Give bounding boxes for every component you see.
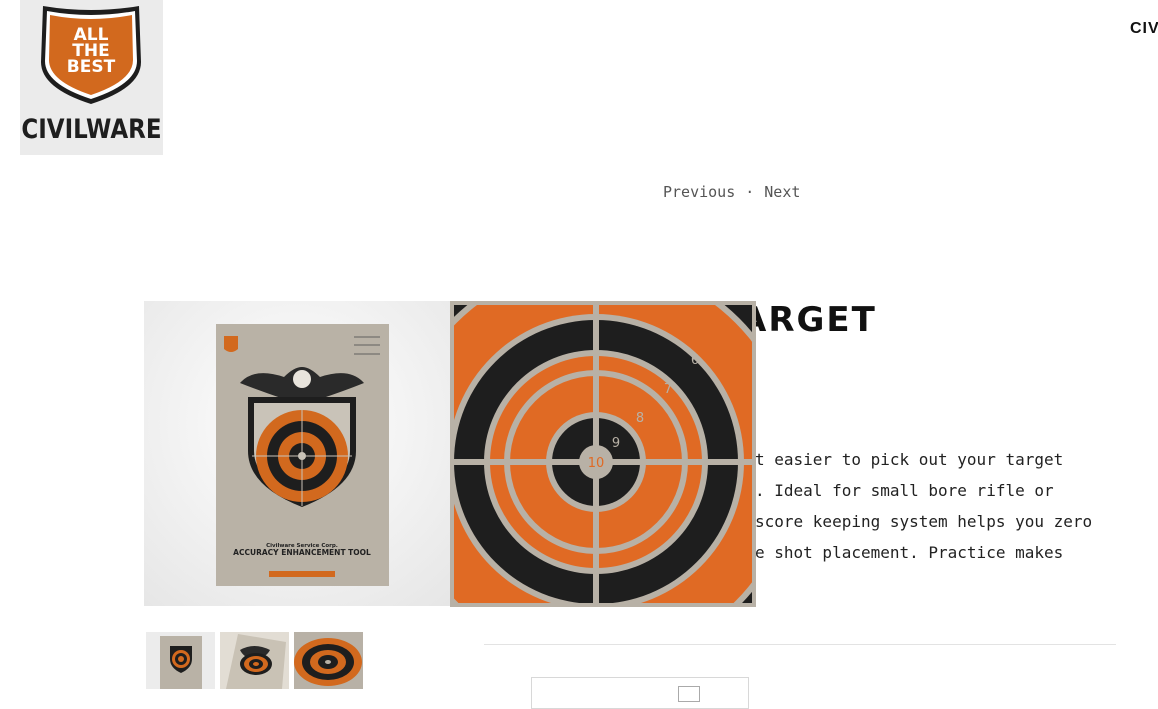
thumbnail-front[interactable] [146,632,215,689]
product-pager: Previous · Next [663,183,800,201]
description-line: . Ideal for small bore rifle or [755,481,1054,500]
ring-label: 6 [691,353,699,368]
ring-label: 9 [612,436,620,451]
divider [484,644,1116,645]
logo[interactable]: ALL THE BEST CIVILWARE [20,0,163,155]
logo-wordmark: CIVILWARE [21,115,162,145]
next-link[interactable]: Next [764,183,800,201]
previous-link[interactable]: Previous [663,183,735,201]
description-line: e shot placement. Practice makes [755,543,1064,562]
description-line: score keeping system helps you zero [755,512,1093,531]
ring-label: 10 [588,456,605,471]
badge-line: BEST [67,57,116,77]
zoom-image[interactable]: 6 7 8 9 10 [450,301,756,607]
product-title: ARGET [740,300,877,340]
ring-label: 8 [636,411,644,426]
quantity-stepper[interactable] [678,686,700,702]
thumbnail-image [220,632,289,689]
target-poster-image: Civilware Service Corp. ACCURACY ENHANCE… [216,324,389,586]
thumbnail-image [294,632,363,689]
pager-separator: · [745,183,755,201]
thumbnail-image [146,632,215,689]
product-description: t easier to pick out your target . Ideal… [755,444,1155,568]
thumbnail-closeup[interactable] [294,632,363,689]
ring-label: 7 [664,382,672,397]
product-main-image[interactable]: Civilware Service Corp. ACCURACY ENHANCE… [144,301,450,606]
thumbnail-angle[interactable] [220,632,289,689]
header-nav-link[interactable]: CIV [1130,20,1158,38]
description-line: t easier to pick out your target [755,450,1064,469]
poster-tool-name: ACCURACY ENHANCEMENT TOOL [233,548,371,557]
target-zoom-image: 6 7 8 9 10 [454,305,752,603]
quantity-selector[interactable] [531,677,749,709]
